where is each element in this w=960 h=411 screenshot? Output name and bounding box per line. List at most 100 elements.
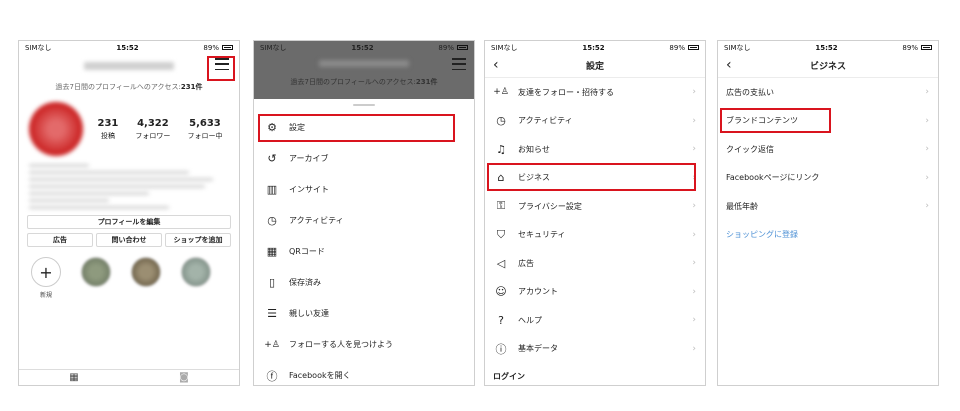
carrier-label: SIMなし	[491, 43, 518, 52]
settings-item-notifications[interactable]: ♫ お知らせ ›	[485, 135, 705, 164]
settings-screen: SIMなし 15:52 89% ‹ 設定 +♙ 友達をフォロー・招待する › ◷ アク…	[484, 40, 706, 386]
menu-item-label: 親しい友達	[289, 309, 329, 318]
menu-item-discover-people[interactable]: +♙ フォローする人を見つけよう	[254, 329, 474, 360]
tagged-icon[interactable]: ◙	[179, 372, 189, 383]
page-title: ビジネス	[809, 62, 846, 72]
business-item-quick-replies[interactable]: クイック返信 ›	[718, 135, 938, 164]
back-chevron-icon[interactable]: ‹	[726, 57, 732, 73]
highlight-item[interactable]: ​	[179, 257, 213, 299]
settings-item-label: アカウント	[518, 287, 558, 297]
ads-button[interactable]: 広告	[27, 233, 93, 247]
highlight-item[interactable]: ​	[129, 257, 163, 299]
archive-icon: ↺	[267, 152, 277, 165]
account-icon: ☺	[495, 285, 507, 299]
edit-profile-button[interactable]: プロフィールを編集	[27, 215, 231, 229]
battery-label: 89%	[669, 43, 685, 52]
battery-icon	[456, 45, 468, 50]
business-nav-bar: ‹ ビジネス	[718, 54, 938, 78]
stat-posts[interactable]: 231 投稿	[98, 118, 119, 141]
settings-item-label: 基本データ	[518, 344, 558, 354]
stat-following[interactable]: 5,633 フォロー中	[187, 118, 222, 141]
shield-icon: ⛉	[496, 227, 506, 241]
highlight-item[interactable]: ​	[79, 257, 113, 299]
highlight-box	[720, 108, 831, 133]
settings-item-account[interactable]: ☺ アカウント ›	[485, 278, 705, 307]
status-bar: SIMなし 15:52 89%	[718, 41, 938, 54]
profile-tabs: ▦ ◙	[19, 369, 239, 385]
settings-item-follow-invite[interactable]: +♙ 友達をフォロー・招待する ›	[485, 78, 705, 107]
shopping-signup-link[interactable]: ショッピングに登録	[718, 221, 938, 250]
settings-item-privacy[interactable]: ⚿ プライバシー設定 ›	[485, 192, 705, 221]
stat-label: フォロー中	[187, 131, 223, 140]
settings-item-label: ヘルプ	[518, 315, 542, 325]
access-label: 過去7日間のプロフィールへのアクセス:	[55, 83, 181, 91]
profile-access-text[interactable]: 過去7日間のプロフィールへのアクセス:231件	[19, 82, 239, 92]
settings-item-label: 広告	[518, 258, 534, 268]
settings-item-label: プライバシー設定	[518, 201, 582, 211]
settings-item-label: お知らせ	[518, 144, 550, 154]
settings-item-ads[interactable]: ◁ 広告 ›	[485, 249, 705, 278]
avatar[interactable]	[29, 102, 83, 156]
business-item-ad-payments[interactable]: 広告の支払い ›	[718, 78, 938, 107]
dimmed-profile[interactable]: SIMなし 15:52 89% 過去7日間のプロフィールへのアクセス:231件	[254, 41, 474, 99]
menu-item-saved[interactable]: ▯ 保存済み	[254, 267, 474, 298]
menu-item-insights[interactable]: ▥ インサイト	[254, 174, 474, 205]
settings-item-label: 友達をフォロー・招待する	[518, 87, 614, 97]
add-shop-button[interactable]: ショップを追加	[165, 233, 231, 247]
username-blurred	[319, 60, 409, 67]
highlight-box	[258, 114, 455, 142]
menu-item-close-friends[interactable]: ☰ 親しい友達	[254, 298, 474, 329]
profile-screen: SIMなし 15:52 89% 過去7日間のプロフィールへのアクセス:231件 …	[18, 40, 240, 386]
highlight-thumbnail	[131, 257, 161, 287]
settings-item-about[interactable]: ⓘ 基本データ ›	[485, 335, 705, 364]
hamburger-menu-icon[interactable]	[452, 58, 466, 70]
dimmed-access-text: 過去7日間のプロフィールへのアクセス:231件	[254, 77, 474, 87]
time-label: 15:52	[116, 43, 139, 52]
chevron-right-icon: ›	[925, 144, 929, 155]
highlight-box	[487, 163, 696, 191]
grid-icon[interactable]: ▦	[69, 372, 78, 383]
access-label: 過去7日間のプロフィールへのアクセス:	[290, 78, 416, 86]
help-icon: ?	[498, 313, 504, 327]
chevron-right-icon: ›	[692, 115, 696, 126]
chevron-right-icon: ›	[925, 115, 929, 126]
settings-item-security[interactable]: ⛉ セキュリティ ›	[485, 221, 705, 250]
stat-value: 5,633	[189, 117, 221, 129]
status-bar: SIMなし 15:52 89%	[485, 41, 705, 54]
stat-value: 4,322	[137, 117, 169, 129]
menu-item-open-facebook[interactable]: ⓕ Facebookを開く	[254, 360, 474, 385]
business-item-minimum-age[interactable]: 最低年齢 ›	[718, 192, 938, 221]
menu-screen: SIMなし 15:52 89% 過去7日間のプロフィールへのアクセス:231件 …	[253, 40, 475, 386]
story-highlights: + 新規 ​ ​ ​	[19, 247, 239, 299]
settings-item-help[interactable]: ? ヘルプ ›	[485, 306, 705, 335]
menu-item-qr-code[interactable]: ▦ QRコード	[254, 236, 474, 267]
battery-label: 89%	[438, 43, 454, 52]
stat-followers[interactable]: 4,322 フォロワー	[135, 118, 170, 141]
activity-icon: ◷	[496, 114, 506, 128]
page-title: 設定	[585, 62, 604, 72]
close-friends-icon: ☰	[267, 307, 277, 320]
menu-item-label: アーカイブ	[289, 154, 329, 163]
time-label: 15:52	[582, 43, 605, 52]
highlight-label-blurred: ​	[79, 290, 113, 297]
new-highlight[interactable]: + 新規	[29, 257, 63, 299]
battery-icon	[687, 45, 699, 50]
menu-item-activity[interactable]: ◷ アクティビティ	[254, 205, 474, 236]
chevron-right-icon: ›	[692, 343, 696, 354]
stat-label: 投稿	[100, 131, 115, 140]
business-item-facebook-page[interactable]: Facebookページにリンク ›	[718, 164, 938, 193]
menu-item-archive[interactable]: ↺ アーカイブ	[254, 143, 474, 174]
settings-item-label: アクティビティ	[518, 116, 573, 126]
access-count: 231件	[180, 83, 203, 91]
chevron-right-icon: ›	[692, 144, 696, 155]
settings-item-activity[interactable]: ◷ アクティビティ ›	[485, 107, 705, 136]
contact-button[interactable]: 問い合わせ	[96, 233, 162, 247]
settings-nav-bar: ‹ 設定	[485, 54, 705, 78]
back-chevron-icon[interactable]: ‹	[493, 57, 499, 73]
qr-code-icon: ▦	[266, 245, 278, 258]
username-blurred	[84, 62, 174, 70]
chevron-right-icon: ›	[692, 286, 696, 297]
highlight-label-blurred: ​	[129, 290, 163, 297]
new-highlight-label: 新規	[39, 292, 52, 299]
business-item-label: 最低年齢	[726, 201, 758, 211]
